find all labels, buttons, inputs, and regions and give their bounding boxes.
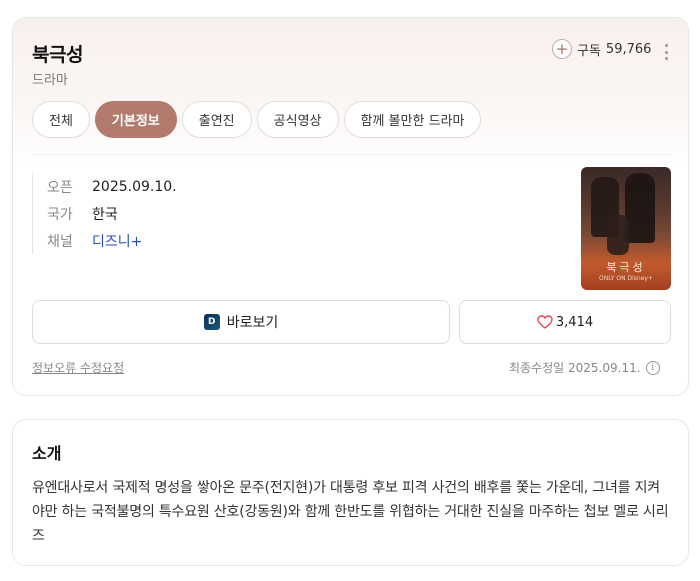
info-row-country: 국가 한국 [47, 200, 177, 227]
intro-heading: 소개 [32, 444, 62, 463]
tab-official-videos[interactable]: 공식영상 [256, 101, 339, 138]
heart-icon [537, 315, 553, 329]
info-row-open: 오픈 2025.09.10. [47, 173, 177, 200]
divider [32, 154, 670, 155]
subscribe-button[interactable]: + 구독 59,766 [552, 39, 651, 59]
poster-image[interactable]: 북극성 ONLY ON Disney+ [581, 167, 671, 290]
last-updated: 최종수정일 2025.09.11. i [509, 359, 660, 376]
plus-icon: + [552, 39, 572, 59]
poster-brand: ONLY ON Disney+ [599, 275, 653, 282]
report-error-link[interactable]: 정보오류 수정요청 [32, 359, 124, 376]
tab-cast[interactable]: 출연진 [181, 101, 252, 138]
watch-now-button[interactable]: D 바로보기 [32, 300, 450, 344]
drama-title[interactable]: 북극성 [32, 40, 83, 67]
info-value: 한국 [92, 206, 118, 223]
disney-plus-icon: D [203, 314, 220, 330]
poster-figure [625, 173, 655, 243]
poster-figure [607, 215, 629, 255]
introduction-card: 소개 유엔대사로서 국제적 명성을 쌓아온 문주(전지현)가 대통령 후보 피격… [12, 419, 689, 566]
drama-info-card: 북극성 드라마 + 구독 59,766 전체 기본정보 출연진 공식영상 함께 … [12, 17, 689, 396]
last-updated-text: 최종수정일 2025.09.11. [509, 361, 641, 375]
info-key: 채널 [47, 233, 73, 250]
like-button[interactable]: 3,414 [459, 300, 671, 344]
tab-all[interactable]: 전체 [32, 101, 90, 138]
subscribe-count: 59,766 [605, 41, 652, 57]
subscribe-label: 구독 [577, 43, 601, 59]
tab-bar: 전체 기본정보 출연진 공식영상 함께 볼만한 드라마 [32, 101, 482, 138]
basic-info-list: 오픈 2025.09.10. 국가 한국 채널 디즈니+ [32, 173, 177, 254]
drama-genre: 드라마 [32, 73, 68, 88]
info-icon[interactable]: i [645, 360, 660, 375]
info-key: 오픈 [47, 179, 73, 196]
info-value: 2025.09.10. [92, 178, 177, 195]
info-row-channel: 채널 디즈니+ [47, 227, 177, 254]
tab-recommended-dramas[interactable]: 함께 볼만한 드라마 [343, 101, 482, 138]
poster-title: 북극성 [606, 261, 646, 274]
more-options-icon[interactable] [662, 44, 670, 60]
intro-text: 유엔대사로서 국제적 명성을 쌓아온 문주(전지현)가 대통령 후보 피격 사건… [32, 480, 669, 544]
info-key: 국가 [47, 206, 73, 223]
tab-basic-info[interactable]: 기본정보 [94, 101, 177, 138]
channel-link[interactable]: 디즈니+ [92, 231, 142, 251]
like-count: 3,414 [555, 314, 594, 330]
watch-now-label: 바로보기 [226, 315, 279, 331]
